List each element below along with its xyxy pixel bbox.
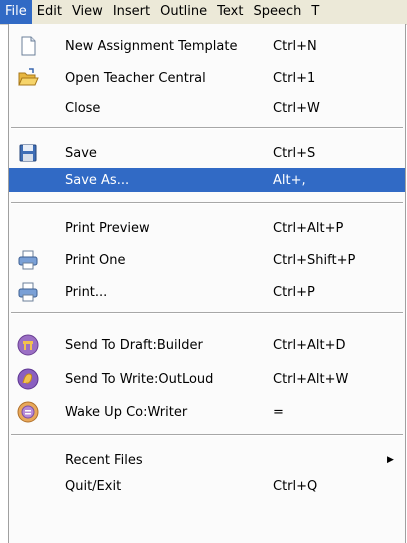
menu-item-print-one[interactable]: Print One Ctrl+Shift+P [9, 248, 405, 272]
printer-icon [18, 282, 38, 302]
shortcut-label: Ctrl+Alt+P [273, 220, 344, 236]
draft-builder-icon [17, 334, 39, 356]
new-document-icon [21, 36, 36, 56]
floppy-disk-icon [19, 144, 37, 162]
menu-view[interactable]: View [67, 0, 108, 24]
shortcut-label: Alt+, [273, 172, 306, 188]
menu-item-label: Send To Write:OutLoud [65, 371, 214, 387]
shortcut-label: Ctrl+Alt+D [273, 337, 346, 353]
shortcut-label: Ctrl+Q [273, 478, 318, 494]
menu-separator [11, 127, 403, 129]
menu-item-label: Open Teacher Central [65, 70, 206, 86]
shortcut-label: Ctrl+S [273, 145, 316, 161]
shortcut-label: Ctrl+N [273, 38, 317, 54]
menu-text[interactable]: Text [212, 0, 248, 24]
menu-item-label: Wake Up Co:Writer [65, 404, 188, 420]
menu-separator [11, 202, 403, 204]
menu-item-new-assignment-template[interactable]: New Assignment Template Ctrl+N [9, 34, 405, 58]
menu-bar: File Edit View Insert Outline Text Speec… [0, 0, 407, 25]
co-writer-icon [17, 401, 39, 423]
menu-item-print[interactable]: Print... Ctrl+P [9, 280, 405, 304]
menu-item-label: Close [65, 100, 101, 116]
menu-item-print-preview[interactable]: Print Preview Ctrl+Alt+P [9, 216, 405, 240]
menu-item-label: Save As... [65, 172, 130, 188]
menu-item-close[interactable]: Close Ctrl+W [9, 96, 405, 120]
write-outloud-icon [17, 368, 39, 390]
menu-separator [11, 434, 403, 436]
shortcut-label: = [273, 404, 284, 420]
menu-item-quit-exit[interactable]: Quit/Exit Ctrl+Q [9, 474, 405, 498]
menu-item-wake-up-co-writer[interactable]: Wake Up Co:Writer = [9, 400, 405, 424]
submenu-arrow-icon: ▶ [387, 455, 394, 465]
shortcut-label: Ctrl+W [273, 100, 320, 116]
open-folder-icon [18, 68, 39, 86]
menu-item-label: Send To Draft:Builder [65, 337, 203, 353]
menu-item-label: Quit/Exit [65, 478, 122, 494]
menu-item-send-to-write-outloud[interactable]: Send To Write:OutLoud Ctrl+Alt+W [9, 367, 405, 391]
menu-item-label: Save [65, 145, 97, 161]
menu-separator [11, 312, 403, 314]
menu-item-label: Print Preview [65, 220, 150, 236]
menu-item-label: New Assignment Template [65, 38, 238, 54]
shortcut-label: Ctrl+1 [273, 70, 316, 86]
menu-speech[interactable]: Speech [248, 0, 306, 24]
shortcut-label: Ctrl+Alt+W [273, 371, 349, 387]
printer-icon [18, 250, 38, 270]
menu-item-open-teacher-central[interactable]: Open Teacher Central Ctrl+1 [9, 66, 405, 90]
menu-item-label: Print One [65, 252, 126, 268]
menu-edit[interactable]: Edit [32, 0, 67, 24]
shortcut-label: Ctrl+Shift+P [273, 252, 356, 268]
menu-insert[interactable]: Insert [108, 0, 155, 24]
file-menu: New Assignment Template Ctrl+N Open Teac… [8, 24, 406, 543]
menu-item-label: Recent Files [65, 452, 143, 468]
shortcut-label: Ctrl+P [273, 284, 315, 300]
menu-item-label: Print... [65, 284, 108, 300]
menu-t[interactable]: T [306, 0, 324, 24]
menu-item-send-to-draft-builder[interactable]: Send To Draft:Builder Ctrl+Alt+D [9, 333, 405, 357]
menu-item-save-as[interactable]: Save As... Alt+, [9, 168, 405, 192]
menu-item-recent-files[interactable]: Recent Files ▶ [9, 448, 405, 472]
menu-file[interactable]: File [0, 0, 32, 24]
menu-item-save[interactable]: Save Ctrl+S [9, 141, 405, 165]
menu-outline[interactable]: Outline [155, 0, 212, 24]
